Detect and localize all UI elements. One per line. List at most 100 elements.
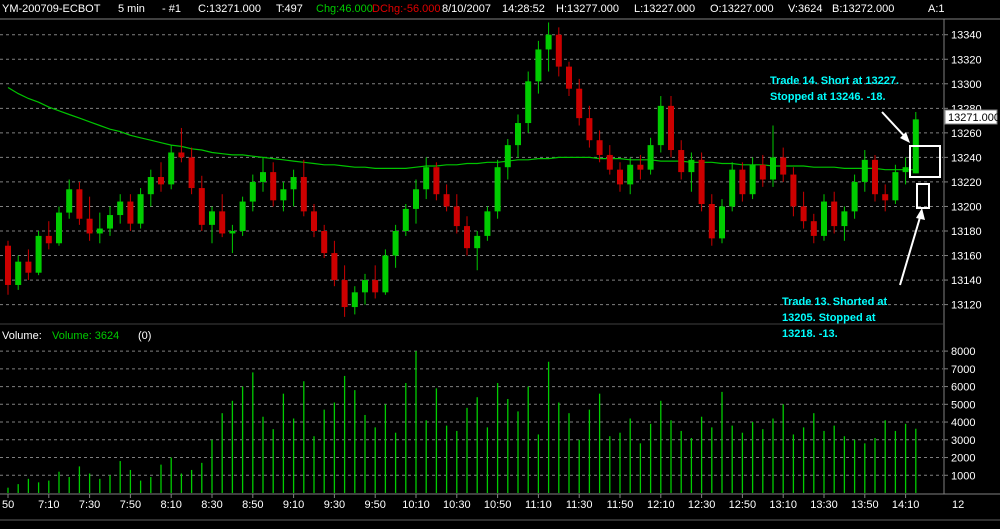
candle-down[interactable] — [341, 265, 348, 317]
candle-body[interactable] — [749, 164, 756, 195]
candle-up[interactable] — [821, 194, 827, 241]
candle-body[interactable] — [45, 235, 52, 244]
candle-up[interactable] — [719, 199, 725, 244]
candle-up[interactable] — [137, 188, 144, 229]
candle-body[interactable] — [25, 261, 32, 273]
candle-up[interactable] — [423, 157, 430, 200]
candle-down[interactable] — [810, 213, 817, 244]
candle-body[interactable] — [239, 201, 246, 231]
candle-body[interactable] — [841, 211, 848, 227]
candle-down[interactable] — [25, 249, 32, 281]
candle-body[interactable] — [413, 189, 419, 209]
candle-down[interactable] — [178, 127, 185, 163]
candle-down[interactable] — [433, 162, 440, 201]
candle-body[interactable] — [647, 145, 654, 170]
candle-body[interactable] — [872, 159, 878, 195]
candle-up[interactable] — [362, 273, 368, 305]
candle-body[interactable] — [331, 253, 338, 281]
candle-body[interactable] — [96, 228, 103, 234]
candle-body[interactable] — [586, 118, 593, 141]
candle-up[interactable] — [647, 137, 654, 175]
candle-body[interactable] — [443, 194, 450, 207]
candle-up[interactable] — [749, 157, 756, 200]
candle-up[interactable] — [902, 157, 909, 185]
candle-body[interactable] — [617, 169, 623, 185]
candle-body[interactable] — [402, 208, 409, 231]
candle-down[interactable] — [198, 175, 205, 231]
candle-up[interactable] — [494, 159, 501, 219]
candle-down[interactable] — [617, 162, 623, 192]
candle-body[interactable] — [351, 292, 358, 308]
candle-body[interactable] — [637, 164, 644, 170]
candle-up[interactable] — [525, 71, 532, 133]
candle-down[interactable] — [678, 140, 685, 180]
candle-up[interactable] — [861, 150, 868, 192]
candle-down[interactable] — [219, 194, 226, 238]
candle-body[interactable] — [423, 167, 430, 190]
candle-body[interactable] — [433, 167, 440, 195]
candle-down[interactable] — [882, 184, 889, 212]
candle-down[interactable] — [127, 194, 134, 231]
candle-up[interactable] — [229, 224, 236, 254]
candle-body[interactable] — [117, 201, 124, 216]
candle-down[interactable] — [443, 184, 450, 212]
candle-body[interactable] — [188, 157, 195, 189]
candle-up[interactable] — [770, 125, 776, 187]
candle-body[interactable] — [137, 194, 144, 224]
candle-up[interactable] — [96, 212, 103, 244]
candle-body[interactable] — [66, 189, 73, 213]
candle-body[interactable] — [382, 255, 389, 293]
candle-down[interactable] — [668, 96, 674, 158]
candle-up[interactable] — [729, 162, 736, 212]
candle-body[interactable] — [392, 230, 399, 256]
candle-up[interactable] — [474, 230, 481, 271]
candle-body[interactable] — [484, 211, 491, 236]
candle-body[interactable] — [453, 206, 460, 227]
candle-down[interactable] — [708, 194, 715, 246]
candle-body[interactable] — [515, 123, 521, 146]
candle-body[interactable] — [178, 152, 185, 158]
candle-body[interactable] — [851, 181, 858, 212]
candle-up[interactable] — [66, 179, 73, 219]
candle-up[interactable] — [851, 174, 858, 219]
candle-up[interactable] — [117, 194, 124, 224]
candle-up[interactable] — [545, 22, 552, 72]
candle-body[interactable] — [525, 81, 532, 124]
candle-up[interactable] — [280, 181, 287, 212]
trading-chart[interactable]: YM-200709-ECBOT 5 min - #1 C:13271.000 T… — [0, 0, 1000, 524]
candle-up[interactable] — [382, 249, 389, 295]
candle-body[interactable] — [780, 157, 787, 175]
candle-up[interactable] — [56, 206, 62, 246]
candle-body[interactable] — [76, 189, 83, 219]
candle-down[interactable] — [606, 145, 613, 175]
candle-body[interactable] — [56, 212, 62, 244]
candle-up[interactable] — [484, 206, 491, 241]
candle-down[interactable] — [311, 204, 317, 238]
candle-up[interactable] — [504, 138, 511, 180]
candle-body[interactable] — [219, 211, 226, 234]
candle-body[interactable] — [372, 280, 379, 293]
candle-up[interactable] — [239, 196, 246, 236]
candle-up[interactable] — [351, 286, 358, 315]
candle-body[interactable] — [627, 164, 634, 185]
candle-body[interactable] — [708, 204, 715, 239]
candle-body[interactable] — [341, 280, 348, 308]
candle-body[interactable] — [810, 221, 817, 236]
candle-down[interactable] — [158, 162, 164, 192]
candle-body[interactable] — [770, 157, 776, 180]
candle-up[interactable] — [168, 145, 175, 190]
candle-body[interactable] — [688, 159, 695, 173]
chart-canvas[interactable]: YM-200709-ECBOT 5 min - #1 C:13271.000 T… — [0, 0, 1000, 524]
candle-down[interactable] — [300, 159, 307, 217]
candle-up[interactable] — [841, 206, 848, 241]
candle-body[interactable] — [321, 230, 328, 254]
candle-up[interactable] — [688, 152, 695, 192]
candle-body[interactable] — [311, 211, 317, 231]
candle-down[interactable] — [464, 216, 470, 256]
candle-body[interactable] — [127, 201, 134, 224]
candle-body[interactable] — [882, 194, 889, 201]
candle-body[interactable] — [280, 189, 287, 201]
candle-up[interactable] — [290, 169, 297, 207]
candle-down[interactable] — [270, 162, 277, 207]
candle-up[interactable] — [147, 169, 154, 207]
